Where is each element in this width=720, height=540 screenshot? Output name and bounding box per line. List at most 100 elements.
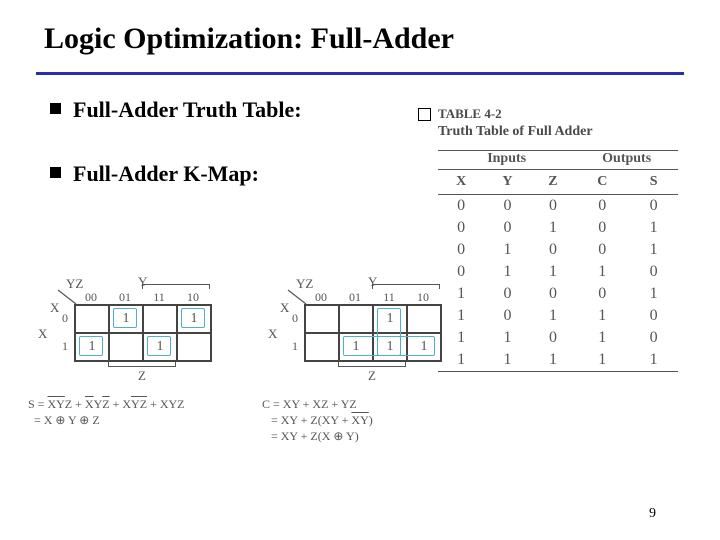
truth-cell: 0	[575, 239, 629, 261]
kmap-col: 10	[406, 290, 440, 305]
kmap-col: 11	[372, 290, 406, 305]
kmap-cell	[109, 333, 143, 361]
bullet-truth-label: Full-Adder Truth Table:	[73, 97, 302, 123]
table-row: 00101	[438, 217, 678, 239]
truth-cell: 1	[484, 261, 530, 283]
truth-cell: 1	[531, 305, 576, 327]
kmap-col: 11	[142, 290, 176, 305]
kmap-row: 1	[62, 339, 68, 354]
truth-cell: 0	[438, 195, 484, 218]
hollow-square-bullet-icon	[418, 108, 431, 121]
bullet-kmap-label: Full-Adder K-Map:	[73, 161, 259, 187]
truth-cell: 0	[531, 283, 576, 305]
table-row: 10001	[438, 283, 678, 305]
page-title: Logic Optimization: Full-Adder	[36, 22, 684, 56]
truth-cell: 0	[575, 283, 629, 305]
equation-c: C = XY + XZ + YZ = XY + Z(XY + XY) = XY …	[262, 396, 373, 445]
kmap-cell	[305, 333, 339, 361]
page-number: 9	[649, 506, 656, 522]
truth-cell: 0	[484, 283, 530, 305]
truth-cell: 1	[531, 349, 576, 372]
kmap-x1-label: X	[38, 326, 47, 342]
truth-cell: 1	[531, 261, 576, 283]
kmap-group-box	[79, 336, 103, 356]
truth-cell: 1	[438, 327, 484, 349]
kmap-x-label: X	[50, 300, 59, 316]
truth-cell: 1	[575, 327, 629, 349]
kmap-group-box	[377, 336, 435, 356]
title-underline	[36, 72, 684, 75]
kmap-cell	[75, 305, 109, 333]
truth-cell: 0	[629, 305, 678, 327]
table-row: 11111	[438, 349, 678, 372]
table-row: 10110	[438, 305, 678, 327]
truth-cell: 0	[531, 239, 576, 261]
truth-cell: 0	[438, 217, 484, 239]
truth-cell: 1	[575, 305, 629, 327]
kmap-col: 00	[74, 290, 108, 305]
truth-cell: 0	[629, 327, 678, 349]
table-row: 11010	[438, 327, 678, 349]
col-z: Z	[531, 170, 576, 195]
kmap-cell	[407, 305, 441, 333]
table-row: 01110	[438, 261, 678, 283]
table-row: 00000	[438, 195, 678, 218]
table-row: 01001	[438, 239, 678, 261]
truth-cell: 1	[484, 349, 530, 372]
square-bullet-icon	[50, 167, 61, 178]
truth-cell: 1	[629, 349, 678, 372]
col-c: C	[575, 170, 629, 195]
kmap-group-box	[113, 308, 137, 328]
truth-cell: 1	[484, 327, 530, 349]
kmap-cell	[143, 305, 177, 333]
kmap-z-label: Z	[368, 368, 376, 384]
col-s: S	[629, 170, 678, 195]
truth-cell: 1	[629, 283, 678, 305]
truth-cell: 0	[531, 195, 576, 218]
truth-cell: 0	[484, 217, 530, 239]
square-bullet-icon	[50, 103, 61, 114]
kmap-row: 1	[292, 339, 298, 354]
truth-title: Truth Table of Full Adder	[438, 124, 688, 140]
truth-cell: 1	[575, 261, 629, 283]
truth-cell: 0	[531, 327, 576, 349]
kmap-group-box	[147, 336, 171, 356]
truth-cell: 0	[484, 195, 530, 218]
kmap-row: 0	[62, 311, 68, 326]
truth-cell: 1	[438, 349, 484, 372]
truth-cell: 1	[629, 217, 678, 239]
truth-cell: 1	[629, 239, 678, 261]
col-y: Y	[484, 170, 530, 195]
truth-table: Inputs Outputs X Y Z C S 000000010101001…	[438, 150, 678, 372]
kmap-x1-label: X	[268, 326, 277, 342]
truth-cell: 0	[438, 239, 484, 261]
kmap-cell	[305, 305, 339, 333]
truth-cell: 1	[575, 349, 629, 372]
kmap-cell	[339, 305, 373, 333]
truth-cell: 1	[438, 283, 484, 305]
truth-table-block: TABLE 4-2 Truth Table of Full Adder Inpu…	[438, 106, 688, 372]
truth-cell: 0	[575, 195, 629, 218]
truth-cell: 0	[438, 261, 484, 283]
kmap-x-label: X	[280, 300, 289, 316]
truth-cell: 1	[484, 239, 530, 261]
truth-cell: 0	[575, 217, 629, 239]
truth-cell: 1	[438, 305, 484, 327]
kmap-col: 10	[176, 290, 210, 305]
truth-caption: TABLE 4-2	[438, 106, 688, 122]
kmap-cell	[177, 333, 211, 361]
truth-cell: 0	[629, 261, 678, 283]
equation-s: S = XYZ + XYZ + XYZ + XYZ = X ⊕ Y ⊕ Z	[28, 396, 184, 428]
kmap-z-label: Z	[138, 368, 146, 384]
kmap-col: 01	[338, 290, 372, 305]
col-x: X	[438, 170, 484, 195]
truth-cell: 0	[484, 305, 530, 327]
group-outputs: Outputs	[575, 151, 678, 170]
truth-cell: 1	[531, 217, 576, 239]
kmap-col: 01	[108, 290, 142, 305]
kmap-group-box	[181, 308, 205, 328]
kmap-row: 0	[292, 311, 298, 326]
kmap-col: 00	[304, 290, 338, 305]
truth-cell: 0	[629, 195, 678, 218]
group-inputs: Inputs	[438, 151, 575, 170]
